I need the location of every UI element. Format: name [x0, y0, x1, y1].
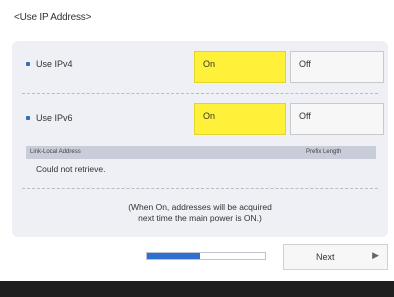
page-title: <Use IP Address>: [14, 12, 92, 23]
column-link-local-address: Link-Local Address: [30, 149, 81, 155]
ipv4-off-button[interactable]: Off: [290, 51, 384, 83]
info-note-line: next time the main power is ON.): [138, 213, 262, 223]
settings-panel: Use IPv4 On Off Use IPv6 On Off Link-Loc…: [12, 41, 388, 237]
use-ipv6-label: Use IPv6: [36, 113, 73, 123]
row-use-ipv4: Use IPv4 On Off: [12, 45, 388, 87]
progress-bar: [146, 252, 266, 260]
row-use-ipv6: Use IPv6 On Off: [12, 99, 388, 141]
use-ipv4-label-wrap: Use IPv4: [26, 59, 73, 69]
bullet-icon: [26, 62, 30, 66]
column-prefix-length: Prefix Length: [306, 149, 342, 155]
next-button-label: Next: [316, 252, 335, 262]
bottom-bar: [0, 281, 394, 297]
link-local-address-value: Could not retrieve.: [36, 164, 106, 174]
bullet-icon: [26, 116, 30, 120]
divider: [22, 188, 378, 189]
address-table-header: Link-Local Address Prefix Length: [26, 146, 376, 159]
info-note: (When On, addresses will be acquired nex…: [12, 202, 388, 224]
next-button[interactable]: Next ▶: [283, 244, 388, 270]
divider: [22, 93, 378, 94]
ipv6-on-button[interactable]: On: [194, 103, 286, 135]
progress-bar-fill: [147, 253, 201, 259]
ipv4-on-button[interactable]: On: [194, 51, 286, 83]
ipv6-off-button[interactable]: Off: [290, 103, 384, 135]
info-note-line: (When On, addresses will be acquired: [128, 202, 272, 212]
arrow-right-icon: ▶: [372, 250, 379, 260]
use-ipv4-label: Use IPv4: [36, 59, 73, 69]
use-ipv6-label-wrap: Use IPv6: [26, 113, 73, 123]
